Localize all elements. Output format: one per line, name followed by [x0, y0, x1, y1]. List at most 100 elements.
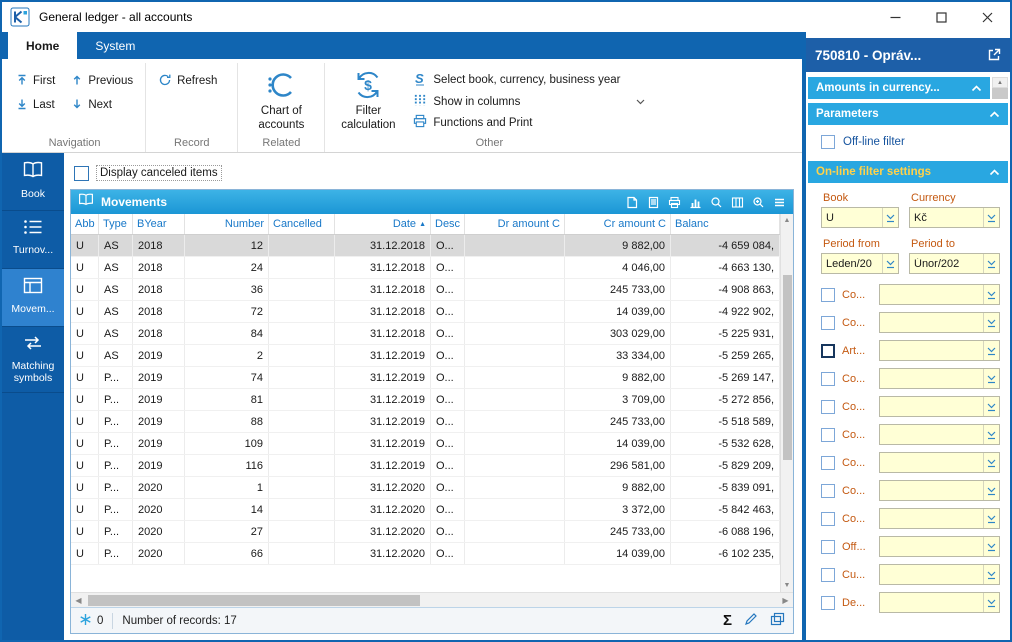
scroll-up-icon[interactable]: ▲	[992, 77, 1008, 88]
filter-checkbox[interactable]	[821, 371, 835, 386]
column-header-byear[interactable]: BYear	[133, 214, 185, 234]
filter-combo[interactable]	[879, 536, 1000, 557]
previous-button[interactable]: Previous	[67, 69, 137, 93]
tab-system[interactable]: System	[77, 32, 153, 59]
sidebar-item-book[interactable]: Book	[2, 153, 64, 211]
combo-dropdown-icon[interactable]	[983, 208, 999, 227]
filter-combo[interactable]	[879, 312, 1000, 333]
period-from-combo[interactable]: Leden/20	[821, 253, 899, 274]
table-row[interactable]: U P... 2019 88 31.12.2019 O... 245 733,00 -5 51…	[71, 411, 780, 433]
table-row[interactable]: U P... 2020 14 31.12.2020 O... 3 372,00 -5 842 …	[71, 499, 780, 521]
show-in-columns-button[interactable]: Show in columns	[413, 93, 645, 110]
column-header-desc[interactable]: Desc	[431, 214, 465, 234]
filter-combo[interactable]	[879, 508, 1000, 529]
column-header-type[interactable]: Type	[99, 214, 133, 234]
copy-icon[interactable]	[770, 612, 785, 629]
filter-checkbox[interactable]	[821, 595, 835, 610]
column-header-dr-amount-c[interactable]: Dr amount C	[465, 214, 565, 234]
table-row[interactable]: U P... 2019 116 31.12.2019 O... 296 581,00 -5 8…	[71, 455, 780, 477]
combo-dropdown-icon[interactable]	[983, 341, 999, 360]
columns-icon[interactable]	[731, 196, 744, 209]
filter-checkbox[interactable]	[821, 539, 835, 554]
close-button[interactable]	[964, 2, 1010, 32]
filter-checkbox[interactable]	[821, 343, 835, 358]
column-header-abb[interactable]: Abb	[71, 214, 99, 234]
combo-dropdown-icon[interactable]	[983, 537, 999, 556]
filter-checkbox[interactable]	[821, 427, 835, 442]
filter-checkbox[interactable]	[821, 315, 835, 330]
filter-combo[interactable]	[879, 592, 1000, 613]
combo-dropdown-icon[interactable]	[983, 369, 999, 388]
sidebar-item-turnover[interactable]: Turnov...	[2, 211, 64, 269]
functions-and-print-button[interactable]: Functions and Print	[413, 114, 645, 131]
filter-checkbox[interactable]	[821, 511, 835, 526]
filter-calculation-button[interactable]: $ Filter calculation	[333, 67, 403, 134]
column-header-cr-amount-c[interactable]: Cr amount C	[565, 214, 671, 234]
chart-icon[interactable]	[689, 196, 702, 209]
filter-checkbox[interactable]	[821, 455, 835, 470]
report-icon[interactable]	[647, 196, 660, 209]
combo-dropdown-icon[interactable]	[983, 397, 999, 416]
chevron-up-icon[interactable]	[989, 110, 1000, 118]
book-combo[interactable]: U	[821, 207, 899, 228]
tab-home[interactable]: Home	[8, 32, 78, 59]
filter-combo[interactable]	[879, 452, 1000, 473]
combo-dropdown-icon[interactable]	[983, 509, 999, 528]
currency-combo[interactable]: Kč	[909, 207, 1000, 228]
column-header-number[interactable]: Number	[185, 214, 269, 234]
combo-dropdown-icon[interactable]	[882, 208, 898, 227]
filter-checkbox[interactable]	[821, 399, 835, 414]
column-header-balanc[interactable]: Balanc	[671, 214, 780, 234]
edit-icon[interactable]	[744, 612, 758, 629]
chevron-up-icon[interactable]	[971, 84, 982, 92]
scroll-down-icon[interactable]: ▼	[781, 579, 793, 592]
chevron-down-icon[interactable]	[636, 99, 645, 105]
table-row[interactable]: U AS 2018 12 31.12.2018 O... 9 882,00 -4 659 08…	[71, 235, 780, 257]
filter-checkbox[interactable]	[821, 483, 835, 498]
find-icon[interactable]	[710, 196, 723, 209]
table-row[interactable]: U AS 2018 24 31.12.2018 O... 4 046,00 -4 663 13…	[71, 257, 780, 279]
last-button[interactable]: Last	[12, 93, 59, 117]
external-link-icon[interactable]	[987, 48, 1001, 62]
sidebar-item-matching-symbols[interactable]: Matching symbols	[2, 327, 64, 393]
display-canceled-checkbox[interactable]	[74, 165, 89, 181]
period-to-combo[interactable]: Únor/202	[909, 253, 1000, 274]
filter-combo[interactable]	[879, 424, 1000, 445]
horizontal-scrollbar[interactable]: ◀ ▶	[71, 592, 793, 607]
menu-icon[interactable]	[773, 196, 786, 209]
filter-combo[interactable]	[879, 564, 1000, 585]
table-row[interactable]: U P... 2019 74 31.12.2019 O... 9 882,00 -5 269 …	[71, 367, 780, 389]
table-row[interactable]: U AS 2018 36 31.12.2018 O... 245 733,00 -4 908 …	[71, 279, 780, 301]
table-row[interactable]: U P... 2019 109 31.12.2019 O... 14 039,00 -5 53…	[71, 433, 780, 455]
filter-combo[interactable]	[879, 368, 1000, 389]
maximize-button[interactable]	[918, 2, 964, 32]
section-parameters[interactable]: Parameters	[808, 103, 1008, 125]
export-icon[interactable]	[626, 196, 639, 209]
print-icon[interactable]	[668, 196, 681, 209]
combo-dropdown-icon[interactable]	[983, 425, 999, 444]
table-row[interactable]: U P... 2020 1 31.12.2020 O... 9 882,00 -5 839 0…	[71, 477, 780, 499]
chart-of-accounts-button[interactable]: Chart of accounts	[246, 67, 316, 134]
sidebar-item-movements[interactable]: Movem...	[2, 269, 64, 327]
filter-combo[interactable]	[879, 480, 1000, 501]
display-canceled-label[interactable]: Display canceled items	[96, 165, 222, 181]
vertical-scrollbar[interactable]: ▲ ▼	[780, 214, 793, 592]
scroll-right-icon[interactable]: ▶	[778, 596, 793, 605]
combo-dropdown-icon[interactable]	[983, 453, 999, 472]
combo-dropdown-icon[interactable]	[983, 254, 999, 273]
table-row[interactable]: U P... 2019 81 31.12.2019 O... 3 709,00 -5 272 …	[71, 389, 780, 411]
table-row[interactable]: U P... 2020 66 31.12.2020 O... 14 039,00 -6 102…	[71, 543, 780, 565]
first-button[interactable]: First	[12, 69, 59, 93]
combo-dropdown-icon[interactable]	[983, 285, 999, 304]
combo-dropdown-icon[interactable]	[882, 254, 898, 273]
refresh-button[interactable]: Refresh	[154, 69, 221, 93]
section-amounts-in-currency[interactable]: Amounts in currency...	[808, 77, 990, 99]
scroll-left-icon[interactable]: ◀	[71, 596, 86, 605]
filter-combo[interactable]	[879, 340, 1000, 361]
filter-combo[interactable]	[879, 284, 1000, 305]
zoom-icon[interactable]	[752, 196, 765, 209]
column-header-date[interactable]: Date ▲	[335, 214, 431, 234]
minimize-button[interactable]	[872, 2, 918, 32]
combo-dropdown-icon[interactable]	[983, 481, 999, 500]
filter-combo[interactable]	[879, 396, 1000, 417]
